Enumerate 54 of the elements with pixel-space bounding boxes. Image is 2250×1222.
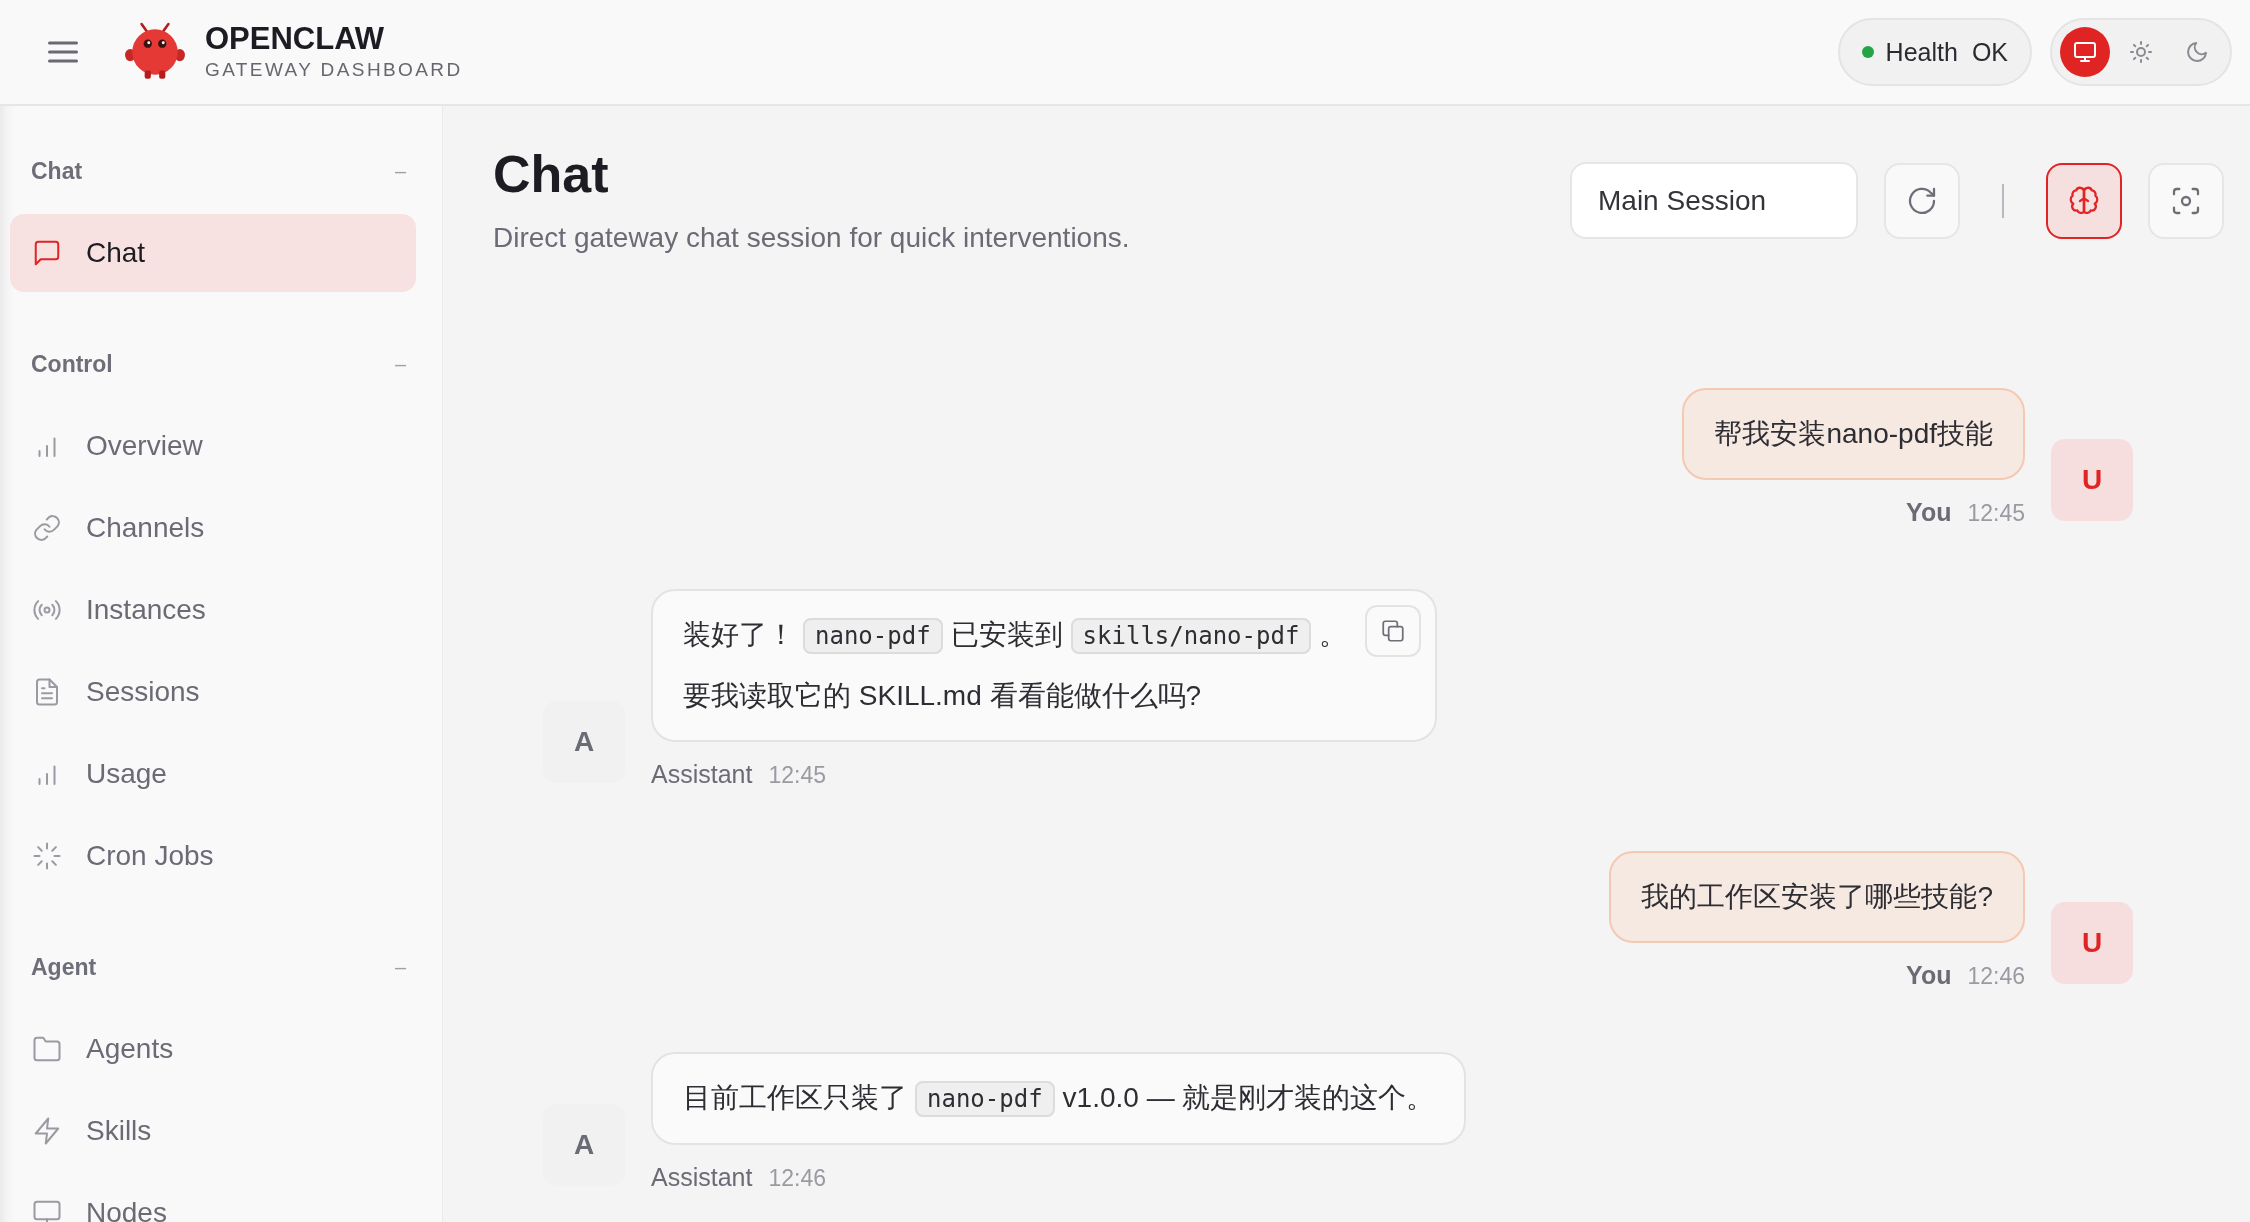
message-text: 目前工作区只装了 nano-pdf v1.0.0 — 就是刚才装的这个。 <box>683 1072 1435 1125</box>
message-text: 要我读取它的 SKILL.md 看看能做什么吗? <box>683 679 1203 713</box>
message-time: 12:46 <box>768 1164 826 1193</box>
sun-icon <box>2129 40 2153 64</box>
copy-button[interactable] <box>1365 605 1422 657</box>
sidebar-item[interactable]: Usage <box>10 735 416 813</box>
refresh-button[interactable] <box>1884 162 1960 239</box>
sidebar-item[interactable]: Agents <box>10 1010 416 1088</box>
health-value: OK <box>1971 37 2008 67</box>
message-text: 装好了！ nano-pdf 已安装到 skills/nano-pdf 。 <box>683 609 1348 662</box>
monitor-icon <box>2073 40 2097 64</box>
moon-icon <box>2185 40 2209 64</box>
monitor-icon <box>32 1198 62 1222</box>
message-author: You <box>1906 497 1952 528</box>
message-author: Assistant <box>651 1162 753 1193</box>
message-time: 12:45 <box>768 761 826 790</box>
theme-button[interactable] <box>2060 27 2110 77</box>
inline-code: nano-pdf <box>915 1081 1055 1117</box>
sidebar-item[interactable]: Sessions <box>10 653 416 731</box>
sidebar-item[interactable]: Cron Jobs <box>10 817 416 895</box>
health-label: Health <box>1885 37 1958 67</box>
avatar: U <box>2051 902 2133 984</box>
folder-icon <box>32 1034 62 1064</box>
message-author: You <box>1906 960 1952 991</box>
section-heading: Agent <box>31 953 97 981</box>
page-title: Chat <box>493 144 610 205</box>
message-author: Assistant <box>651 759 753 790</box>
sidebar-item[interactable]: Channels <box>10 489 416 567</box>
section-heading: Chat <box>31 157 83 185</box>
copy-icon <box>1380 618 1407 644</box>
page-description: Direct gateway chat session for quick interventions. <box>493 221 1130 255</box>
lightning-icon <box>32 1116 62 1146</box>
app-subtitle: GATEWAY DASHBOARD <box>205 58 463 82</box>
chat-bubble-icon <box>32 238 62 268</box>
message-time: 12:45 <box>1967 499 2025 528</box>
sidebar-item[interactable]: Chat <box>10 214 416 292</box>
avatar: U <box>2051 439 2133 521</box>
session-select[interactable]: Main Session <box>1570 162 1858 239</box>
message-text: 我的工作区安装了哪些技能? <box>1641 880 1993 914</box>
sidebar-item[interactable]: Instances <box>10 571 416 649</box>
app-title: OPENCLAW <box>205 21 386 57</box>
sidebar-item[interactable]: Overview <box>10 407 416 485</box>
inline-code: nano-pdf <box>803 618 943 654</box>
focus-button[interactable] <box>2148 162 2224 239</box>
link-icon <box>32 513 62 543</box>
inline-code: skills/nano-pdf <box>1070 618 1312 654</box>
message-time: 12:46 <box>1967 962 2025 991</box>
brain-icon <box>2068 184 2100 217</box>
sidebar-item[interactable]: Nodes <box>10 1174 416 1222</box>
thinking-toggle[interactable] <box>2046 162 2122 239</box>
section-heading: Control <box>31 350 113 378</box>
message-text: 帮我安装nano-pdf技能 <box>1714 417 1993 451</box>
loader-icon <box>32 841 62 871</box>
sidebar-item[interactable]: Skills <box>10 1092 416 1170</box>
